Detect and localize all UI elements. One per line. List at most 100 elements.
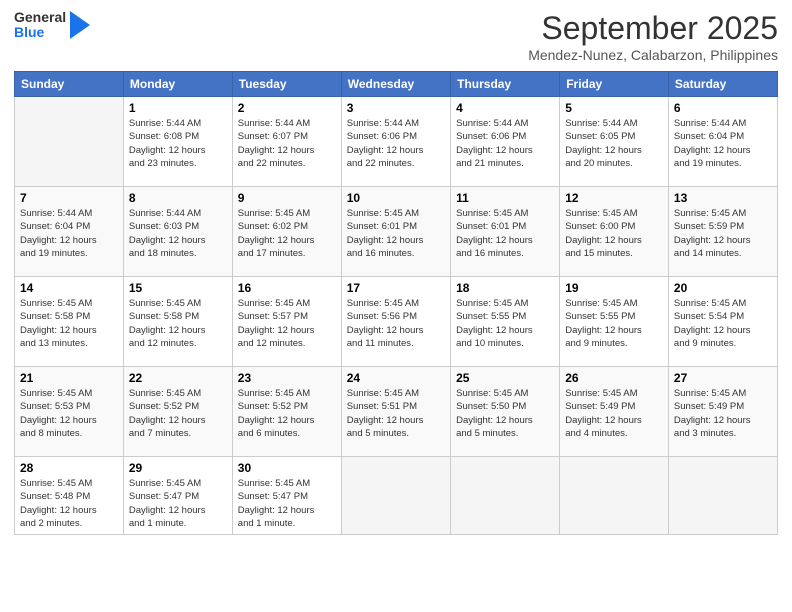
logo-blue: Blue	[14, 25, 66, 40]
day-info: Sunrise: 5:45 AM Sunset: 5:51 PM Dayligh…	[347, 387, 445, 440]
location: Mendez-Nunez, Calabarzon, Philippines	[528, 47, 778, 63]
table-row: 22 Sunrise: 5:45 AM Sunset: 5:52 PM Dayli…	[123, 367, 232, 457]
day-info: Sunrise: 5:45 AM Sunset: 5:58 PM Dayligh…	[20, 297, 118, 350]
title-block: September 2025 Mendez-Nunez, Calabarzon,…	[528, 10, 778, 63]
day-info: Sunrise: 5:45 AM Sunset: 5:52 PM Dayligh…	[238, 387, 336, 440]
day-number: 11	[456, 191, 554, 205]
day-info: Sunrise: 5:45 AM Sunset: 6:00 PM Dayligh…	[565, 207, 663, 260]
day-info: Sunrise: 5:45 AM Sunset: 5:47 PM Dayligh…	[129, 477, 227, 530]
day-number: 26	[565, 371, 663, 385]
day-info: Sunrise: 5:45 AM Sunset: 5:57 PM Dayligh…	[238, 297, 336, 350]
day-number: 16	[238, 281, 336, 295]
table-row: 5 Sunrise: 5:44 AM Sunset: 6:05 PM Daylig…	[560, 97, 669, 187]
table-row: 19Sunrise: 5:45 AM Sunset: 5:55 PM Dayli…	[560, 277, 669, 367]
day-info: Sunrise: 5:44 AM Sunset: 6:03 PM Dayligh…	[129, 207, 227, 260]
day-number: 27	[674, 371, 772, 385]
day-number: 30	[238, 461, 336, 475]
calendar-header-row: Sunday Monday Tuesday Wednesday Thursday…	[15, 72, 778, 97]
day-info: Sunrise: 5:45 AM Sunset: 6:01 PM Dayligh…	[347, 207, 445, 260]
day-info: Sunrise: 5:45 AM Sunset: 5:49 PM Dayligh…	[674, 387, 772, 440]
calendar: Sunday Monday Tuesday Wednesday Thursday…	[14, 71, 778, 535]
day-number: 14	[20, 281, 118, 295]
day-info: Sunrise: 5:45 AM Sunset: 5:53 PM Dayligh…	[20, 387, 118, 440]
day-number: 18	[456, 281, 554, 295]
day-info: Sunrise: 5:45 AM Sunset: 5:52 PM Dayligh…	[129, 387, 227, 440]
col-sunday: Sunday	[15, 72, 124, 97]
table-row: 6 Sunrise: 5:44 AM Sunset: 6:04 PM Daylig…	[668, 97, 777, 187]
col-saturday: Saturday	[668, 72, 777, 97]
table-row: 10 Sunrise: 5:45 AM Sunset: 6:01 PM Dayli…	[341, 187, 450, 277]
day-number: 6	[674, 101, 772, 115]
table-row: 15Sunrise: 5:45 AM Sunset: 5:58 PM Dayli…	[123, 277, 232, 367]
day-info: Sunrise: 5:45 AM Sunset: 5:59 PM Dayligh…	[674, 207, 772, 260]
day-info: Sunrise: 5:45 AM Sunset: 6:02 PM Dayligh…	[238, 207, 336, 260]
day-number: 22	[129, 371, 227, 385]
table-row	[668, 457, 777, 535]
table-row: 11 Sunrise: 5:45 AM Sunset: 6:01 PM Dayli…	[451, 187, 560, 277]
table-row: 21 Sunrise: 5:45 AM Sunset: 5:53 PM Dayli…	[15, 367, 124, 457]
table-row: 24 Sunrise: 5:45 AM Sunset: 5:51 PM Dayli…	[341, 367, 450, 457]
table-row	[341, 457, 450, 535]
day-number: 25	[456, 371, 554, 385]
day-info: Sunrise: 5:45 AM Sunset: 5:47 PM Dayligh…	[238, 477, 336, 530]
month-title: September 2025	[528, 10, 778, 47]
day-number: 7	[20, 191, 118, 205]
table-row: 1 Sunrise: 5:44 AM Sunset: 6:08 PM Daylig…	[123, 97, 232, 187]
col-friday: Friday	[560, 72, 669, 97]
table-row	[15, 97, 124, 187]
table-row: 16 Sunrise: 5:45 AM Sunset: 5:57 PM Dayli…	[232, 277, 341, 367]
header: General Blue September 2025 Mendez-Nunez…	[14, 10, 778, 63]
table-row: 28 Sunrise: 5:45 AM Sunset: 5:48 PM Dayli…	[15, 457, 124, 535]
day-number: 20	[674, 281, 772, 295]
day-info: Sunrise: 5:44 AM Sunset: 6:04 PM Dayligh…	[20, 207, 118, 260]
day-number: 21	[20, 371, 118, 385]
day-number: 9	[238, 191, 336, 205]
day-number: 29	[129, 461, 227, 475]
day-info: Sunrise: 5:44 AM Sunset: 6:04 PM Dayligh…	[674, 117, 772, 170]
day-number: 19	[565, 281, 663, 295]
table-row: 27 Sunrise: 5:45 AM Sunset: 5:49 PM Dayli…	[668, 367, 777, 457]
col-monday: Monday	[123, 72, 232, 97]
day-info: Sunrise: 5:45 AM Sunset: 5:48 PM Dayligh…	[20, 477, 118, 530]
day-info: Sunrise: 5:44 AM Sunset: 6:05 PM Dayligh…	[565, 117, 663, 170]
table-row: 23 Sunrise: 5:45 AM Sunset: 5:52 PM Dayli…	[232, 367, 341, 457]
day-number: 2	[238, 101, 336, 115]
table-row: 9 Sunrise: 5:45 AM Sunset: 6:02 PM Daylig…	[232, 187, 341, 277]
table-row: 18Sunrise: 5:45 AM Sunset: 5:55 PM Dayli…	[451, 277, 560, 367]
day-number: 8	[129, 191, 227, 205]
logo-general: General	[14, 10, 66, 25]
table-row: 7 Sunrise: 5:44 AM Sunset: 6:04 PM Daylig…	[15, 187, 124, 277]
table-row: 4 Sunrise: 5:44 AM Sunset: 6:06 PM Daylig…	[451, 97, 560, 187]
day-info: Sunrise: 5:45 AM Sunset: 5:49 PM Dayligh…	[565, 387, 663, 440]
day-info: Sunrise: 5:45 AM Sunset: 5:54 PM Dayligh…	[674, 297, 772, 350]
day-info: Sunrise: 5:44 AM Sunset: 6:07 PM Dayligh…	[238, 117, 336, 170]
table-row	[451, 457, 560, 535]
table-row: 3Sunrise: 5:44 AM Sunset: 6:06 PM Daylig…	[341, 97, 450, 187]
table-row: 29 Sunrise: 5:45 AM Sunset: 5:47 PM Dayli…	[123, 457, 232, 535]
day-number: 23	[238, 371, 336, 385]
page: General Blue September 2025 Mendez-Nunez…	[0, 0, 792, 612]
table-row: 25Sunrise: 5:45 AM Sunset: 5:50 PM Dayli…	[451, 367, 560, 457]
day-number: 12	[565, 191, 663, 205]
day-number: 5	[565, 101, 663, 115]
day-number: 28	[20, 461, 118, 475]
day-info: Sunrise: 5:44 AM Sunset: 6:06 PM Dayligh…	[456, 117, 554, 170]
day-number: 17	[347, 281, 445, 295]
table-row	[560, 457, 669, 535]
day-number: 10	[347, 191, 445, 205]
day-info: Sunrise: 5:44 AM Sunset: 6:08 PM Dayligh…	[129, 117, 227, 170]
day-info: Sunrise: 5:45 AM Sunset: 6:01 PM Dayligh…	[456, 207, 554, 260]
day-info: Sunrise: 5:45 AM Sunset: 5:56 PM Dayligh…	[347, 297, 445, 350]
table-row: 30 Sunrise: 5:45 AM Sunset: 5:47 PM Dayli…	[232, 457, 341, 535]
col-thursday: Thursday	[451, 72, 560, 97]
logo-triangle-icon	[70, 11, 90, 39]
day-number: 24	[347, 371, 445, 385]
day-number: 13	[674, 191, 772, 205]
table-row: 14 Sunrise: 5:45 AM Sunset: 5:58 PM Dayli…	[15, 277, 124, 367]
table-row: 13 Sunrise: 5:45 AM Sunset: 5:59 PM Dayli…	[668, 187, 777, 277]
table-row: 12 Sunrise: 5:45 AM Sunset: 6:00 PM Dayli…	[560, 187, 669, 277]
day-number: 1	[129, 101, 227, 115]
day-number: 4	[456, 101, 554, 115]
day-number: 3	[347, 101, 445, 115]
col-tuesday: Tuesday	[232, 72, 341, 97]
